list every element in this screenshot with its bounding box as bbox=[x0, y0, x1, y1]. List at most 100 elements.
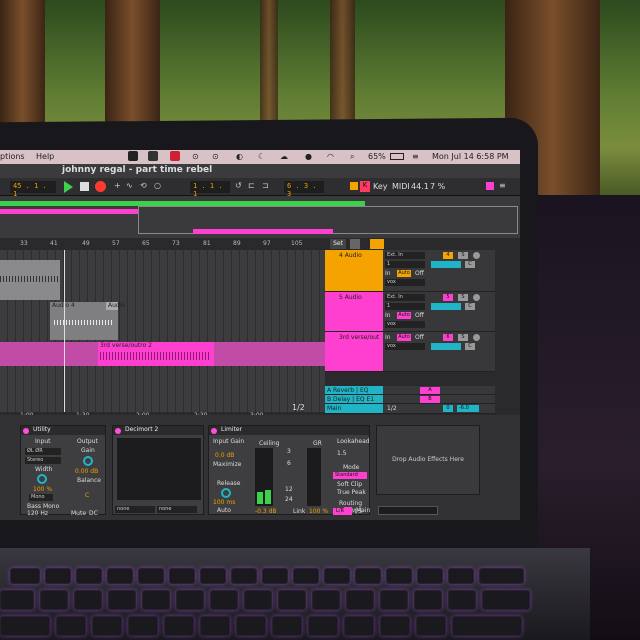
track-name[interactable]: Main bbox=[327, 405, 341, 412]
utility-dc-toggle[interactable]: DC bbox=[89, 510, 98, 517]
drop-audio-effects-zone[interactable]: Drop Audio Effects Here bbox=[376, 425, 480, 495]
audio-clip[interactable]: Audio bbox=[106, 302, 125, 310]
input-channel-select[interactable]: 1 bbox=[385, 261, 425, 268]
pan-value[interactable]: C bbox=[465, 343, 475, 350]
device-title-bar[interactable]: Utility bbox=[21, 426, 105, 435]
track-activator[interactable]: 4 bbox=[443, 252, 453, 259]
track-color-block[interactable]: Main bbox=[325, 404, 383, 413]
input-type-select[interactable]: Ext. In bbox=[385, 252, 425, 259]
width-knob[interactable] bbox=[37, 474, 47, 484]
menubar-app-icon[interactable] bbox=[148, 151, 158, 161]
monitor-auto[interactable]: Auto bbox=[397, 270, 411, 277]
limiter-input-gain-value[interactable]: 0.0 dB bbox=[215, 452, 234, 459]
utility-bass-mono-label[interactable]: Bass Mono bbox=[27, 503, 59, 510]
return-track-header[interactable]: A Reverb | EQ A bbox=[325, 386, 495, 395]
set-locator-button[interactable]: Set bbox=[330, 239, 346, 249]
stop-icon[interactable] bbox=[80, 182, 89, 191]
limiter-ceiling-value[interactable]: -0.3 dB bbox=[255, 508, 277, 515]
ceiling-meter[interactable] bbox=[255, 448, 273, 506]
arm-button[interactable] bbox=[473, 252, 480, 259]
device-on-icon[interactable] bbox=[23, 428, 29, 434]
menubar-moon-icon[interactable]: ☾ bbox=[258, 152, 265, 161]
limiter-lookahead-value[interactable]: 1.5 bbox=[337, 450, 347, 457]
solo-button[interactable]: S bbox=[458, 294, 468, 301]
midi-map-label[interactable]: MIDI bbox=[392, 182, 410, 191]
menubar-app-icon[interactable] bbox=[128, 151, 138, 161]
limiter-mode-select[interactable]: Standard bbox=[333, 472, 367, 479]
punch-in-icon[interactable]: ⊏ bbox=[248, 181, 255, 190]
gain-knob[interactable] bbox=[83, 456, 93, 466]
track-name[interactable]: 3rd verse/out bbox=[339, 334, 379, 341]
audio-clip[interactable] bbox=[0, 260, 60, 300]
monitor-off[interactable]: Off bbox=[415, 334, 424, 341]
arrangement-overview[interactable] bbox=[0, 196, 520, 238]
volume-slider[interactable] bbox=[431, 261, 461, 268]
arrangement-lanes[interactable]: Audio 4 Audio 3rd verse/outro 2 bbox=[0, 250, 325, 415]
track-color-block[interactable]: 4 Audio bbox=[325, 250, 383, 291]
limiter-maximize[interactable]: Maximize bbox=[213, 461, 241, 468]
limiter-release-value[interactable]: 100 ms bbox=[213, 499, 235, 506]
track-color-block[interactable]: B Delay | EQ E1 bbox=[325, 395, 383, 403]
locator-prev-button[interactable] bbox=[350, 239, 360, 249]
device-title-bar[interactable]: Decimort 2 bbox=[113, 426, 203, 435]
limiter-true-peak[interactable]: True Peak bbox=[337, 489, 366, 496]
main-level[interactable]: -6.0 bbox=[457, 405, 479, 412]
monitor-in[interactable]: In bbox=[385, 334, 391, 341]
menu-help[interactable]: Help bbox=[36, 152, 54, 161]
plugin-param-select[interactable]: none bbox=[157, 506, 197, 513]
menubar-datetime[interactable]: Mon Jul 14 6:58 PM bbox=[432, 152, 509, 161]
limiter-auto-toggle[interactable]: Auto bbox=[217, 507, 231, 514]
plugin-editor-area[interactable] bbox=[117, 438, 201, 500]
main-volume[interactable]: 0 bbox=[443, 405, 453, 412]
track-name[interactable]: A Reverb | EQ bbox=[327, 387, 368, 394]
menubar-cloud-icon[interactable]: ☁ bbox=[280, 152, 288, 161]
track-color-block[interactable]: 5 Audio bbox=[325, 292, 383, 331]
metronome-icon[interactable]: ○ bbox=[154, 181, 161, 190]
monitor-auto[interactable]: Auto bbox=[397, 312, 411, 319]
playhead[interactable] bbox=[64, 250, 65, 415]
output-routing-select[interactable]: vox bbox=[385, 279, 425, 286]
record-icon[interactable] bbox=[95, 181, 106, 192]
monitor-in[interactable]: In bbox=[385, 270, 391, 277]
overdub-icon[interactable]: + bbox=[114, 181, 121, 190]
limiter-soft-clip[interactable]: Soft Clip bbox=[337, 481, 362, 488]
utility-balance-value[interactable]: C bbox=[85, 492, 89, 499]
limiter-device[interactable]: Limiter Input Gain 0.0 dB Maximize Relea… bbox=[208, 425, 370, 515]
audio-clip[interactable]: 3rd verse/outro 2 bbox=[98, 342, 214, 366]
arm-button[interactable] bbox=[473, 334, 480, 341]
solo-button[interactable]: S bbox=[458, 252, 468, 259]
track-color-block[interactable]: 3rd verse/out bbox=[325, 332, 383, 371]
output-routing-select[interactable]: vox bbox=[385, 321, 425, 328]
solo-button[interactable]: S bbox=[458, 334, 468, 341]
monitor-off[interactable]: Off bbox=[415, 270, 424, 277]
loop-length-display[interactable]: 6 . 3 . 3 bbox=[284, 181, 324, 198]
input-type-select[interactable]: Ext. In bbox=[385, 294, 425, 301]
key-map-label[interactable]: Key bbox=[373, 182, 388, 191]
draw-mode-icon[interactable]: ↺ bbox=[235, 181, 242, 190]
decimort-device[interactable]: Decimort 2 none none bbox=[112, 425, 204, 515]
device-on-icon[interactable] bbox=[115, 428, 121, 434]
status-track-name[interactable]: Main bbox=[356, 507, 370, 514]
volume-slider[interactable] bbox=[431, 303, 461, 310]
track-header[interactable]: 5 Audio Ext. In 1 In Auto Off vox 5 S C bbox=[325, 292, 495, 332]
wifi-icon[interactable]: ◠ bbox=[327, 152, 334, 161]
menubar-status-icon[interactable]: ◐ bbox=[236, 152, 243, 161]
utility-mute-toggle[interactable]: Mute bbox=[71, 510, 86, 517]
track-name[interactable]: B Delay | EQ E1 bbox=[327, 396, 374, 403]
loop-start-display[interactable]: 1 . 1 . 1 bbox=[190, 181, 230, 198]
monitor-in[interactable]: In bbox=[385, 312, 391, 319]
key-map-icon[interactable]: K bbox=[360, 181, 370, 192]
punch-out-icon[interactable]: ⊐ bbox=[262, 181, 269, 190]
menu-options[interactable]: ptions bbox=[0, 152, 25, 161]
limiter-link-value[interactable]: 100 % bbox=[309, 508, 328, 515]
play-icon[interactable] bbox=[64, 181, 73, 193]
automation-arm-icon[interactable]: ∿ bbox=[126, 181, 133, 190]
beat-ruler[interactable]: 33 41 49 57 65 73 81 89 97 105 bbox=[0, 238, 325, 250]
release-knob[interactable] bbox=[221, 488, 231, 498]
return-letter[interactable]: A bbox=[420, 387, 440, 394]
loop-icon[interactable]: ⟲ bbox=[140, 181, 147, 190]
pan-value[interactable]: C bbox=[465, 261, 475, 268]
track-header[interactable]: 3rd verse/out In Auto Off vox 6 S C bbox=[325, 332, 495, 372]
track-header[interactable]: 4 Audio Ext. In 1 In Auto Off vox 4 S C bbox=[325, 250, 495, 292]
utility-bass-freq[interactable]: 120 Hz bbox=[27, 510, 48, 517]
